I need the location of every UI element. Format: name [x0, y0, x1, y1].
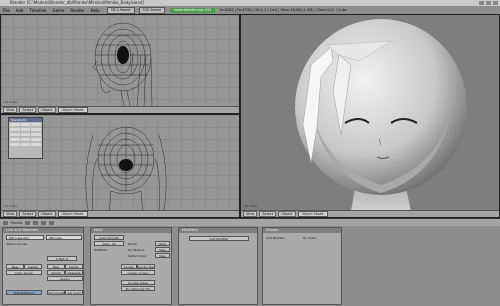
viewport-perspective[interactable]: (1) Cube View Select Object Object Mode: [240, 14, 500, 218]
menu-help[interactable]: Help: [88, 8, 103, 13]
mode-select[interactable]: Object Mode: [57, 107, 88, 113]
shaded-head-model: [295, 19, 467, 217]
viewport-header: View Select Object Object Mode: [1, 106, 239, 113]
viewport-header: View Select Object Object Mode: [241, 210, 499, 217]
uv-texture-label: UV Texture: [128, 248, 145, 252]
vertex-color-label: Vertex Color: [128, 254, 147, 258]
center-cursor-button[interactable]: Center Cursor: [121, 270, 155, 275]
menu-add[interactable]: Add: [13, 8, 27, 13]
viewport-label: (1) Cube: [4, 204, 17, 208]
transform-row[interactable]: [9, 142, 42, 147]
mesh-name-field[interactable]: ME:Cube.001: [6, 235, 44, 240]
menu-render[interactable]: Render: [67, 8, 87, 13]
view-menu[interactable]: View: [3, 211, 18, 217]
sticky-make-button[interactable]: Make: [155, 241, 170, 246]
shading-icon[interactable]: [33, 220, 39, 225]
menu-game[interactable]: Game: [49, 8, 67, 13]
object-menu[interactable]: Object: [38, 107, 56, 113]
no-vnormal-flip-button[interactable]: No V.Normal Flip: [121, 286, 155, 291]
object-icon[interactable]: [41, 220, 47, 225]
panels-menu[interactable]: Panels: [11, 221, 22, 225]
object-menu[interactable]: Object: [278, 211, 296, 217]
viewport-side[interactable]: (1) Cube View Select Object Object Mode: [0, 14, 240, 114]
viewport-label: (1) Cube: [4, 100, 17, 104]
transform-properties-panel[interactable]: Transform Properties: [8, 117, 43, 159]
buttons-header: Panels: [0, 219, 500, 226]
maximize-icon[interactable]: [486, 1, 491, 5]
center-button[interactable]: Center: [121, 264, 137, 269]
close-icon[interactable]: [493, 1, 498, 5]
viewport-label: (1) Cube: [244, 204, 257, 208]
blender-version-badge: www.blender.org 241: [170, 7, 216, 13]
degr-field[interactable]: Degr: 30: [94, 241, 124, 246]
window-controls: [479, 0, 498, 5]
panel-title: Mesh: [91, 228, 171, 233]
new-material-button[interactable]: New: [47, 264, 65, 269]
scene-select[interactable]: SCE:Scene: [138, 6, 166, 14]
autotexspace-button[interactable]: AutoTexSpace: [6, 290, 42, 295]
minimize-icon[interactable]: [479, 1, 484, 5]
panel-title: Shapes: [263, 228, 341, 233]
mode-select[interactable]: Object Mode: [297, 211, 328, 217]
double-sided-button[interactable]: Double Sided: [121, 280, 155, 285]
window-type-icon[interactable]: [3, 220, 8, 225]
editing-icon[interactable]: [25, 220, 31, 225]
panel-title: Modifiers: [179, 228, 257, 233]
select-menu[interactable]: Select: [19, 211, 37, 217]
viewport-header: View Select Object Object Mode: [1, 210, 239, 217]
buttons-window: Panels Link and Materials ME:Cube.001 OB…: [0, 218, 500, 306]
center-new-button[interactable]: Center New: [137, 264, 155, 269]
mode-select[interactable]: Object Mode: [57, 211, 88, 217]
add-modifier-button[interactable]: Add Modifier: [189, 236, 249, 241]
auto-smooth-button[interactable]: Auto Smooth: [94, 235, 124, 240]
panel-title: Link and Materials: [3, 228, 83, 233]
menu-timeline[interactable]: Timeline: [26, 8, 49, 13]
copy-group-button[interactable]: Copy Group: [6, 270, 42, 275]
menu-bar: File Add Timeline Game Render Help SR:2-…: [0, 6, 500, 14]
texmesh-label: TexMesh:: [94, 248, 108, 252]
vertex-color-new-button[interactable]: New: [155, 253, 170, 258]
delete-material-button[interactable]: Delete: [65, 264, 83, 269]
viewport-front[interactable]: Transform Properties (1) Cube View Selec…: [0, 114, 240, 218]
scene-icon[interactable]: [49, 220, 55, 225]
select-button[interactable]: Select: [47, 270, 65, 275]
uv-texture-new-button[interactable]: New: [155, 247, 170, 252]
screen-select[interactable]: SR:2-Model: [106, 6, 135, 14]
add-modifier-label: Add Modifier: [266, 236, 285, 240]
set-solid-button[interactable]: Set Solid: [65, 290, 83, 295]
material-index[interactable]: 0 Mat: 0: [47, 256, 77, 261]
assign-button[interactable]: Assign: [47, 276, 83, 281]
object-menu[interactable]: Object: [38, 211, 56, 217]
object-name-field[interactable]: OB:Cube: [46, 235, 82, 240]
to-object-label: To: Cube: [303, 236, 316, 240]
window-title: Blender [C:\Models\Blender_db\Mimiko\Mim…: [10, 0, 144, 5]
scene-stats: Ve:4262 | Fa:4330 | Ob:1-1 | La:0 | Mem:…: [219, 8, 347, 12]
mesh-panel: Mesh Auto Smooth Degr: 30 Sticky Make UV…: [90, 227, 172, 305]
set-smooth-button[interactable]: Set Smooth: [47, 290, 65, 295]
wireframe-head-side: [92, 22, 153, 112]
select-menu[interactable]: Select: [19, 107, 37, 113]
new-group-button[interactable]: New: [6, 264, 24, 269]
view-menu[interactable]: View: [243, 211, 258, 217]
sticky-label: Sticky: [128, 242, 137, 246]
view-menu[interactable]: View: [3, 107, 18, 113]
menu-file[interactable]: File: [0, 8, 13, 13]
delete-group-button[interactable]: Delete: [24, 264, 42, 269]
link-materials-panel: Link and Materials ME:Cube.001 OB:Cube V…: [2, 227, 84, 305]
deselect-button[interactable]: Deselect: [65, 270, 83, 275]
modifiers-panel: Modifiers Add Modifier: [178, 227, 258, 305]
select-menu[interactable]: Select: [259, 211, 277, 217]
shapes-panel: Shapes Add Modifier To: Cube: [262, 227, 342, 305]
vertex-groups-label: Vertex Groups: [6, 242, 28, 246]
